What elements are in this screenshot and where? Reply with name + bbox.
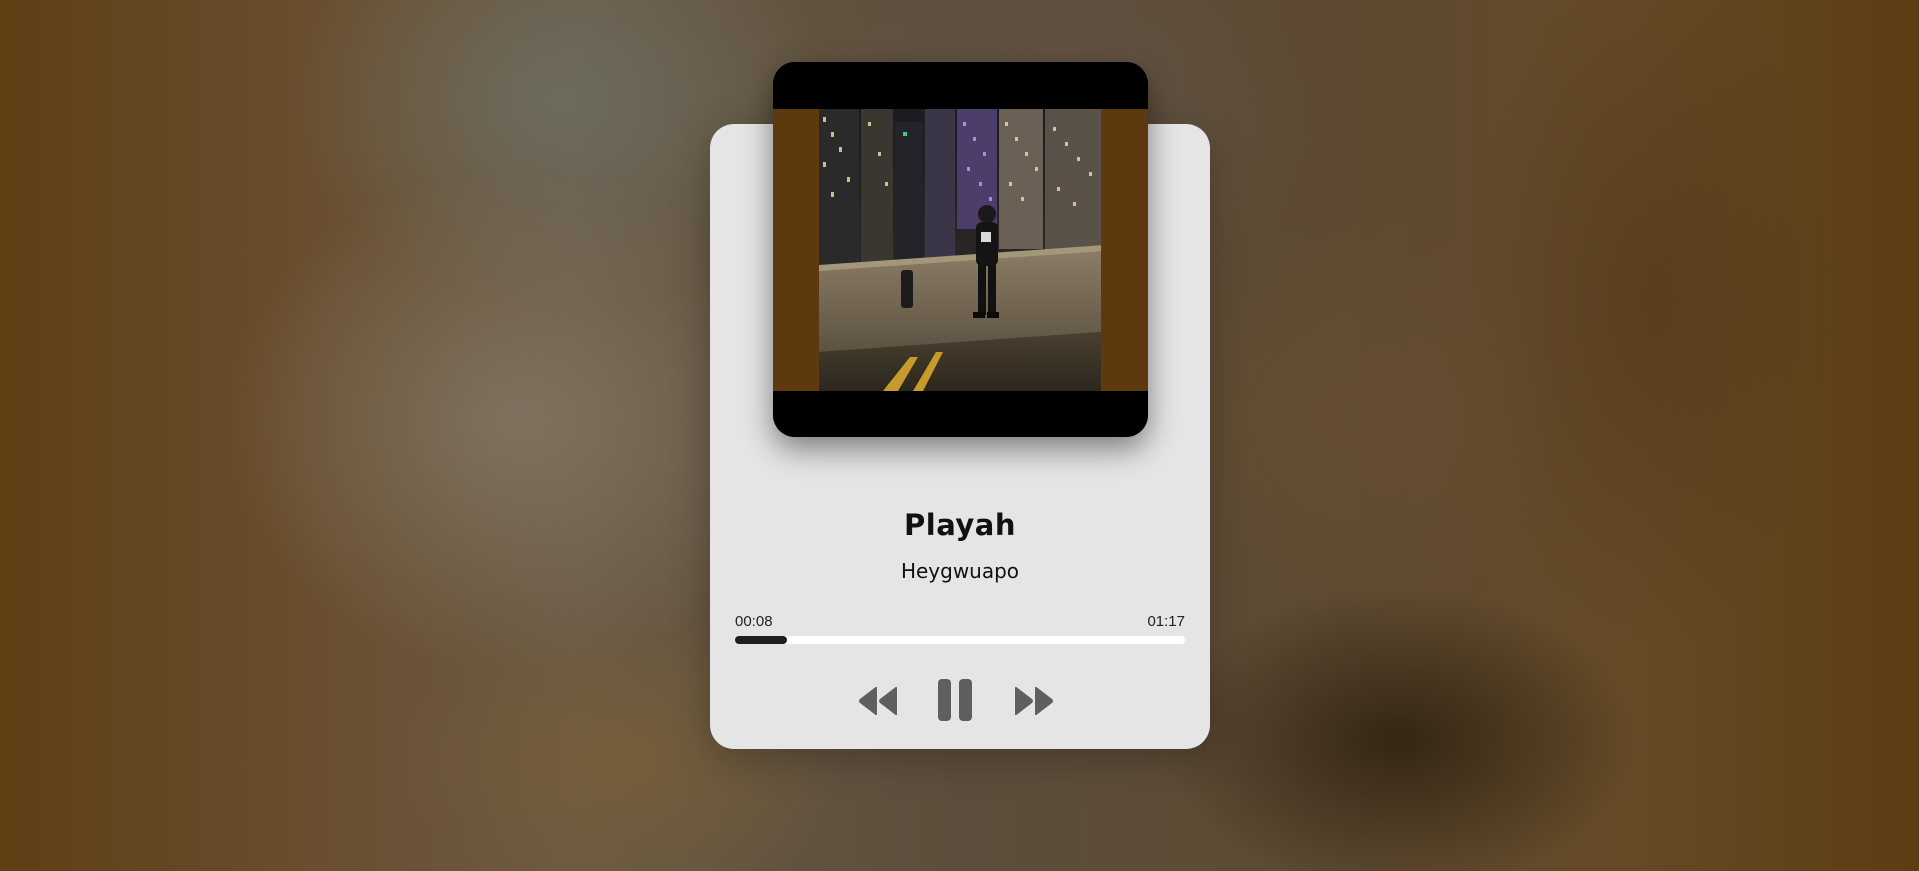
- rewind-button[interactable]: [857, 685, 899, 717]
- album-cover-image: [773, 62, 1148, 437]
- duration-time: 01:17: [1147, 613, 1185, 630]
- rewind-icon: [859, 686, 897, 716]
- track-artist: Heygwuapo: [900, 559, 1020, 583]
- progress-bar[interactable]: [735, 636, 1185, 644]
- fast-forward-button[interactable]: [1013, 685, 1055, 717]
- track-title: Playah: [904, 508, 1016, 542]
- album-cover: [773, 62, 1148, 437]
- current-time: 00:08: [735, 613, 773, 630]
- fast-forward-icon: [1015, 686, 1053, 716]
- progress-fill: [735, 636, 787, 644]
- pause-icon: [938, 679, 972, 721]
- pause-button[interactable]: [937, 678, 973, 722]
